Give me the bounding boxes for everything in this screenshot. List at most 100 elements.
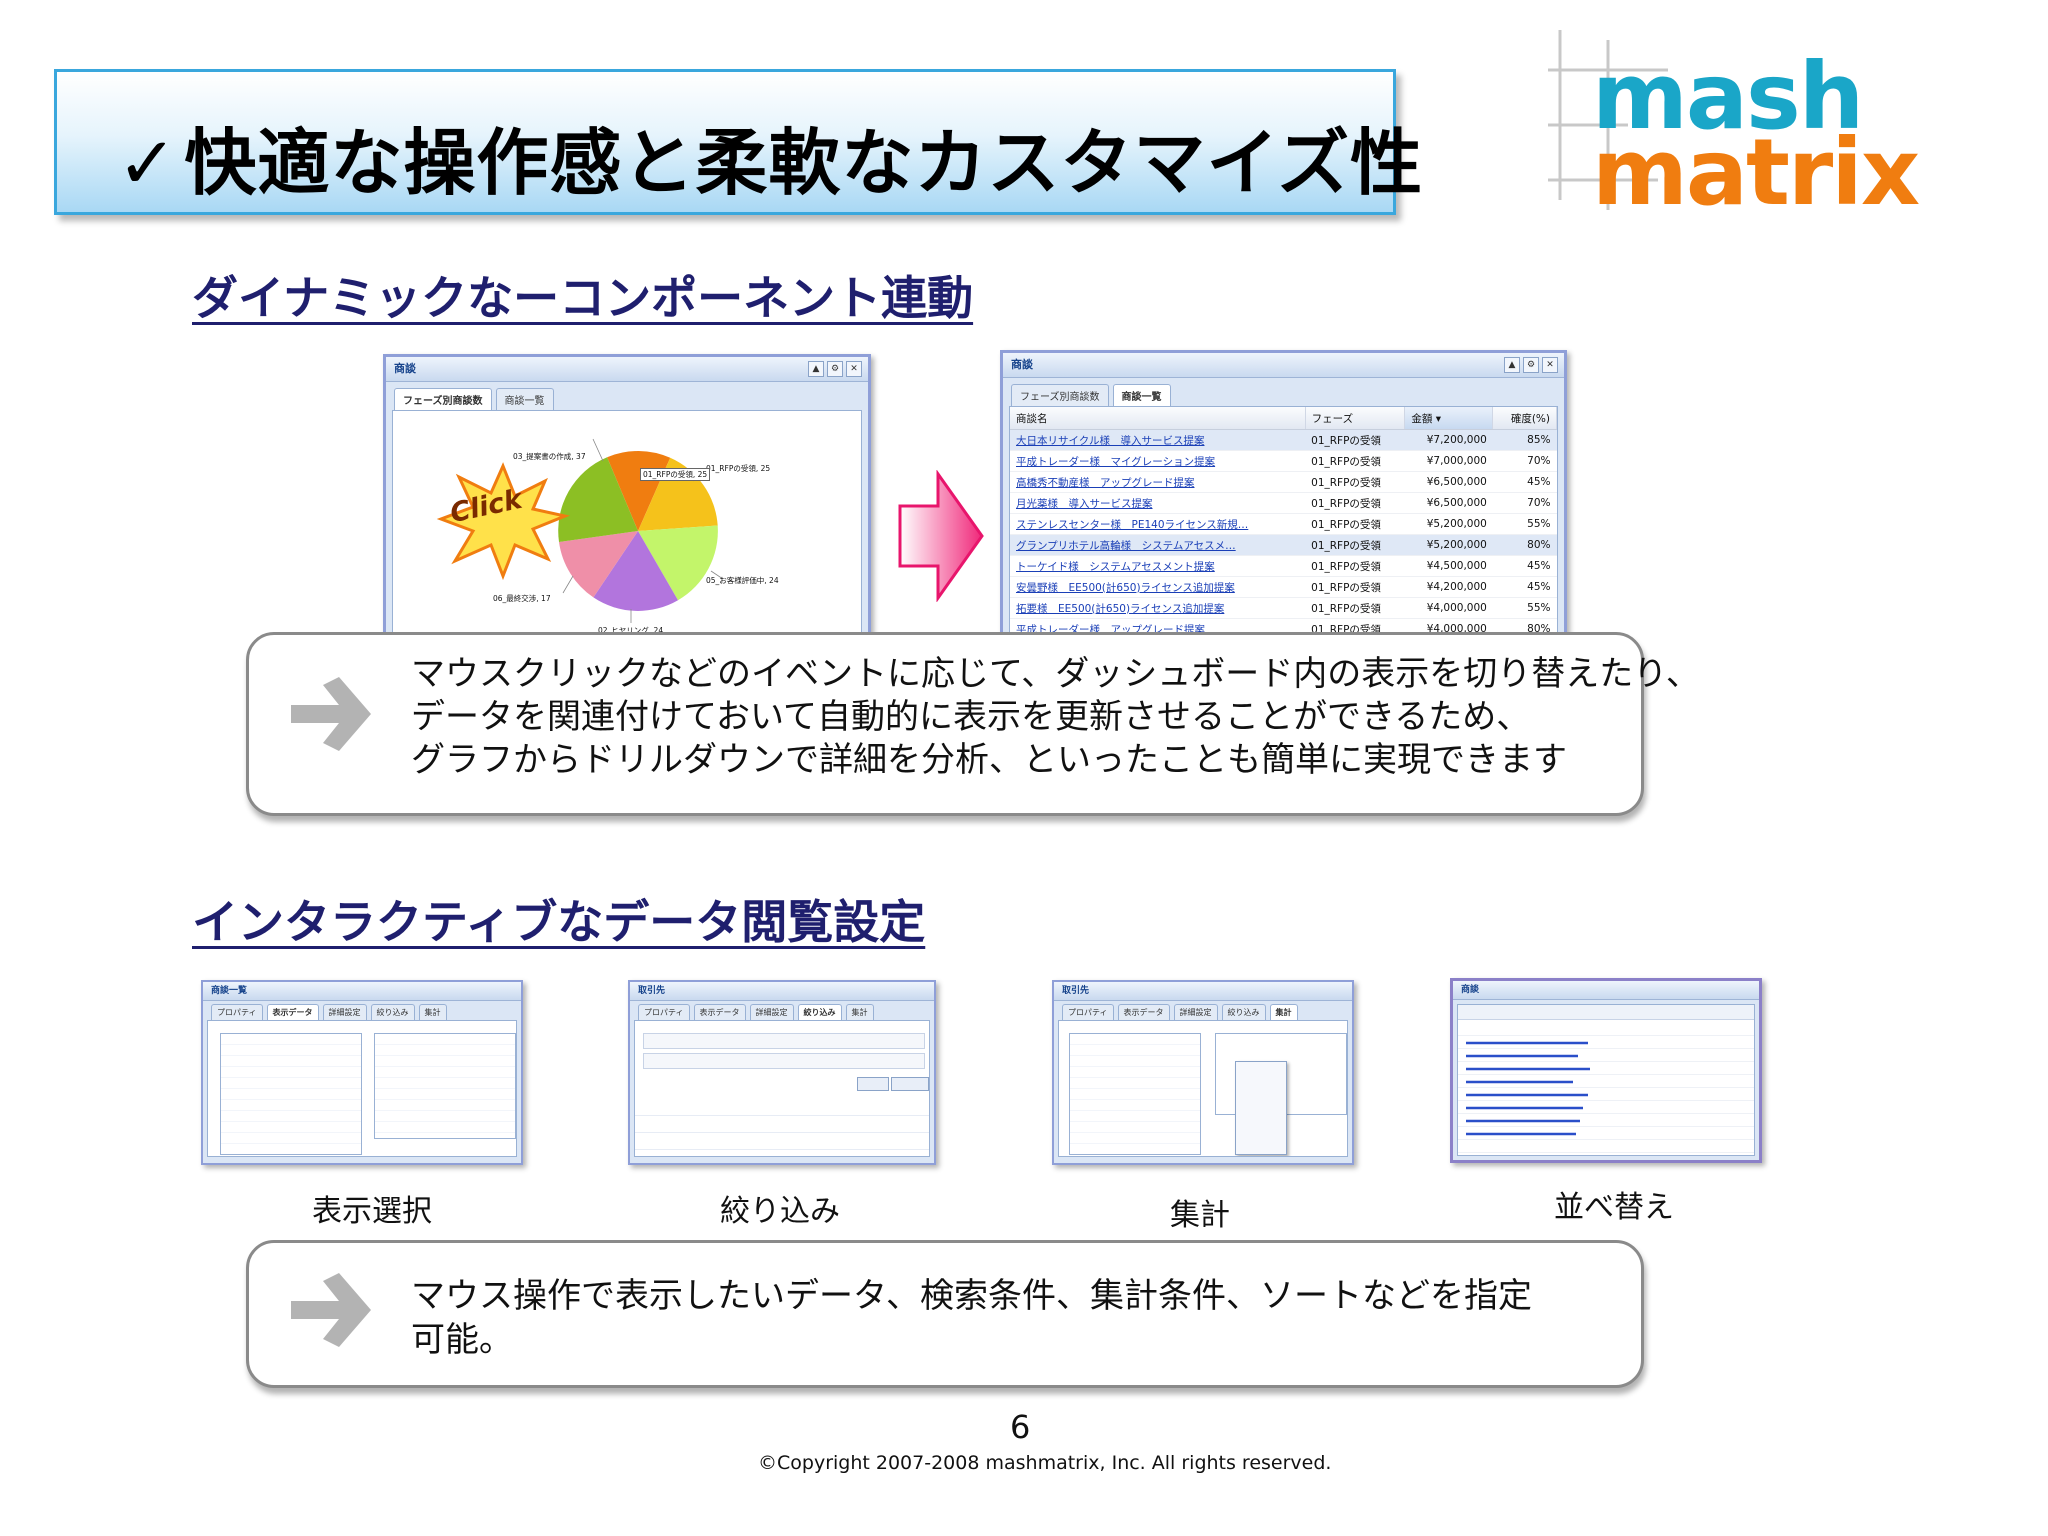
table-row[interactable]: トーケイド様 システムアセスメント提案 01_RFPの受領 ¥4,500,000 45… — [1010, 555, 1557, 577]
tab-deal-list[interactable]: 商談一覧 — [1112, 384, 1171, 406]
table-row[interactable]: 安曇野様 EE500(計650)ライセンス追加提案 01_RFPの受領 ¥4,200… — [1010, 576, 1557, 598]
deal-phase-cell: 01_RFPの受領 — [1305, 513, 1405, 535]
thumb1-tab[interactable]: 集計 — [418, 1004, 447, 1020]
caption-filter: 絞り込み — [720, 1194, 840, 1229]
gear-icon[interactable]: ⚙ — [827, 361, 843, 377]
thumb2-tab[interactable]: 表示データ — [693, 1004, 746, 1020]
close-icon[interactable]: ✕ — [1542, 357, 1558, 373]
pink-arrow-icon — [898, 470, 984, 602]
thumb2-filter-row[interactable] — [643, 1053, 925, 1069]
collapse-icon[interactable]: ▲ — [808, 361, 824, 377]
deal-amount-cell: ¥5,200,000 — [1404, 513, 1493, 535]
deal-phase-cell: 01_RFPの受領 — [1305, 597, 1405, 619]
thumb2-title: 取引先 — [630, 982, 934, 1001]
collapse-icon[interactable]: ▲ — [1504, 357, 1520, 373]
info2-line1: マウス操作で表示したいデータ、検索条件、集計条件、ソートなどを指定 — [411, 1276, 1532, 1316]
table-row[interactable]: 拓要様 EE500(計650)ライセンス追加提案 01_RFPの受領 ¥4,000,… — [1010, 597, 1557, 619]
col-header-phase[interactable]: フェーズ — [1305, 407, 1406, 430]
pie-label-03: 03_提案書の作成, 37 — [513, 452, 586, 461]
thumb1-tab[interactable]: 絞り込み — [370, 1004, 415, 1020]
deal-phase-cell: 01_RFPの受領 — [1305, 450, 1405, 472]
thumb3-tab[interactable]: 集計 — [1269, 1004, 1298, 1020]
col-header-probability[interactable]: 確度(%) — [1492, 407, 1557, 430]
thumb1-source-list[interactable] — [220, 1033, 362, 1155]
tab-phase-count[interactable]: フェーズ別商談数 — [1011, 384, 1109, 406]
col-header-amount[interactable]: 金額 ▾ — [1404, 407, 1494, 430]
deal-amount-cell: ¥4,200,000 — [1404, 576, 1493, 598]
thumb1-tab[interactable]: プロパティ — [211, 1004, 263, 1020]
page-title: ✓快適な操作感と柔軟なカスタマイズ性 — [117, 104, 1423, 209]
thumb2-ok-button[interactable] — [857, 1077, 889, 1091]
info2-line2: 可能。 — [411, 1320, 513, 1360]
tab-phase-count[interactable]: フェーズ別商談数 — [394, 388, 492, 410]
table-row[interactable]: 月光薬様 導入サービス提案 01_RFPの受領 ¥6,500,000 70% — [1010, 492, 1557, 514]
close-icon[interactable]: ✕ — [846, 361, 862, 377]
thumb2-tab[interactable]: 詳細設定 — [749, 1004, 794, 1020]
thumb2-body — [634, 1020, 930, 1157]
logo-line2: matrix — [1592, 119, 1919, 215]
deal-probability-cell: 45% — [1492, 576, 1557, 598]
thumb-aggregate: 取引先 プロパティ 表示データ 詳細設定 絞り込み 集計 — [1052, 980, 1354, 1165]
deal-probability-cell: 45% — [1492, 471, 1557, 493]
thumb2-tab[interactable]: プロパティ — [638, 1004, 690, 1020]
gear-icon[interactable]: ⚙ — [1523, 357, 1539, 373]
info1-line2: データを関連付けておいて自動的に表示を更新させることができるため、 — [411, 697, 1531, 737]
deal-name-link[interactable]: 月光薬様 導入サービス提案 — [1010, 492, 1306, 514]
table-row[interactable]: 高橋秀不動産様 アップグレード提案 01_RFPの受領 ¥6,500,000 45% — [1010, 471, 1557, 493]
pie-chart-window: 商談 ▲ ⚙ ✕ フェーズ別商談数 商談一覧 03_提案書の作成, 37 01_RF… — [383, 354, 871, 636]
thumb3-tab[interactable]: 絞り込み — [1221, 1004, 1266, 1020]
thumb1-title: 商談一覧 — [203, 982, 521, 1001]
thumb3-source-list[interactable] — [1069, 1033, 1201, 1155]
deal-probability-cell: 70% — [1492, 450, 1557, 472]
deal-probability-cell: 80% — [1492, 534, 1557, 556]
table-row[interactable]: 大日本リサイクル様 導入サービス提案 01_RFPの受領 ¥7,200,000 85% — [1010, 429, 1557, 451]
thumb2-cancel-button[interactable] — [891, 1077, 929, 1091]
deal-name-link[interactable]: 拓要様 EE500(計650)ライセンス追加提案 — [1010, 597, 1306, 619]
deal-name-link[interactable]: グランプリホテル高輪様 システムアセスメ… — [1010, 534, 1306, 556]
thumb3-context-menu[interactable] — [1235, 1061, 1287, 1155]
pie-label-05: 05_お客様評価中, 24 — [706, 576, 779, 585]
mashmatrix-logo: mash matrix — [1548, 30, 2016, 226]
thumb4-title: 商談 — [1453, 981, 1759, 1000]
deal-probability-cell: 45% — [1492, 555, 1557, 577]
tab-deal-list[interactable]: 商談一覧 — [495, 388, 554, 410]
info-box-2: マウス操作で表示したいデータ、検索条件、集計条件、ソートなどを指定 可能。 — [246, 1240, 1644, 1388]
thumb2-tab[interactable]: 絞り込み — [797, 1004, 842, 1020]
deal-phase-cell: 01_RFPの受領 — [1305, 492, 1405, 514]
thumb1-body — [207, 1020, 517, 1157]
thumb-filter: 取引先 プロパティ 表示データ 詳細設定 絞り込み 集計 — [628, 980, 936, 1165]
thumb2-tab[interactable]: 集計 — [845, 1004, 874, 1020]
thumb3-title: 取引先 — [1054, 982, 1352, 1001]
thumb1-tab[interactable]: 表示データ — [266, 1004, 319, 1020]
deal-name-link[interactable]: 平成トレーダー様 マイグレーション提案 — [1010, 450, 1306, 472]
deal-amount-cell: ¥4,500,000 — [1404, 555, 1493, 577]
thumb1-display-list[interactable] — [374, 1033, 516, 1139]
pie-window-title: 商談 — [394, 362, 416, 375]
thumb2-filter-row[interactable] — [643, 1033, 925, 1049]
thumb3-body — [1058, 1020, 1348, 1157]
pie-tooltip: 01_RFPの受領, 25 — [640, 468, 711, 481]
thumb4-sorted-grid — [1458, 1023, 1754, 1153]
thumb4-toolbar[interactable] — [1458, 1005, 1754, 1020]
table-row[interactable]: 平成トレーダー様 マイグレーション提案 01_RFPの受領 ¥7,000,000 70… — [1010, 450, 1557, 472]
section2-heading: インタラクティブなデータ閲覧設定 — [192, 895, 926, 949]
title-banner: ✓快適な操作感と柔軟なカスタマイズ性 — [54, 69, 1422, 215]
col-header-name[interactable]: 商談名 — [1010, 407, 1306, 430]
deal-amount-cell: ¥5,200,000 — [1404, 534, 1493, 556]
thumb3-tab[interactable]: 詳細設定 — [1173, 1004, 1218, 1020]
table-row[interactable]: ステンレスセンター様 PE140ライセンス新規… 01_RFPの受領 ¥5,200,… — [1010, 513, 1557, 535]
table-row[interactable]: グランプリホテル高輪様 システムアセスメ… 01_RFPの受領 ¥5,200,000… — [1010, 534, 1557, 556]
deal-name-link[interactable]: 安曇野様 EE500(計650)ライセンス追加提案 — [1010, 576, 1306, 598]
thumb3-tab[interactable]: 表示データ — [1117, 1004, 1170, 1020]
deal-name-link[interactable]: トーケイド様 システムアセスメント提案 — [1010, 555, 1306, 577]
deal-table: 商談名 フェーズ 金額 ▾ 確度(%) 大日本リサイクル様 導入サービス提案 01… — [1010, 407, 1557, 637]
check-icon: ✓ — [117, 121, 179, 205]
info-box-1: マウスクリックなどのイベントに応じて、ダッシュボード内の表示を切り替えたり、 デ… — [246, 632, 1700, 816]
thumb1-tab[interactable]: 詳細設定 — [322, 1004, 367, 1020]
deal-amount-cell: ¥6,500,000 — [1404, 471, 1493, 493]
deal-name-link[interactable]: 大日本リサイクル様 導入サービス提案 — [1010, 429, 1306, 451]
deal-name-link[interactable]: 高橋秀不動産様 アップグレード提案 — [1010, 471, 1306, 493]
deal-name-link[interactable]: ステンレスセンター様 PE140ライセンス新規… — [1010, 513, 1306, 535]
thumb3-tab[interactable]: プロパティ — [1062, 1004, 1114, 1020]
deal-table-window: 商談 ▲ ⚙ ✕ フェーズ別商談数 商談一覧 商談名 フェーズ 金額 ▾ 確度(%)… — [1000, 350, 1567, 640]
